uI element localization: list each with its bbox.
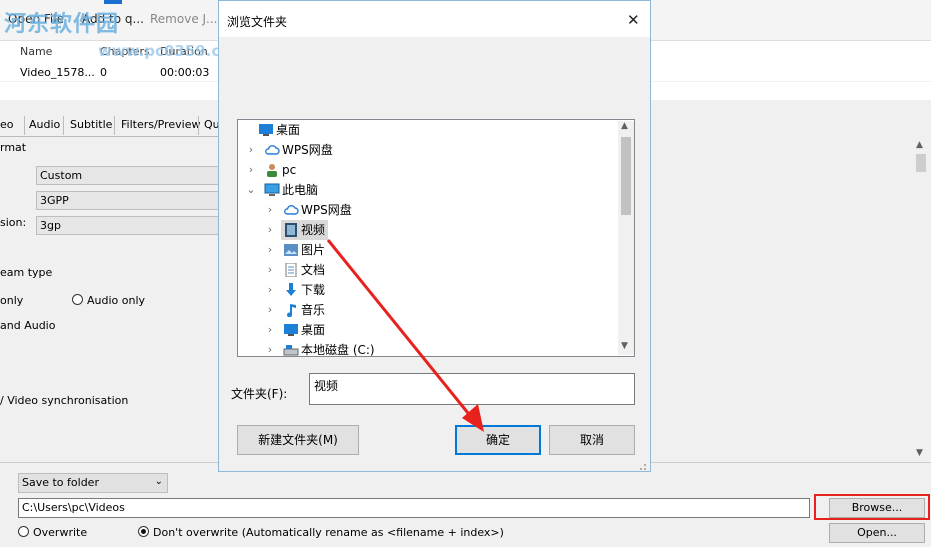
annotation-arrow	[326, 239, 484, 432]
